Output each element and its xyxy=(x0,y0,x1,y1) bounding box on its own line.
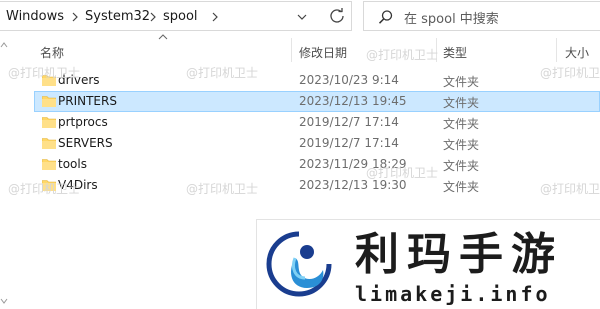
file-modified: 2019/12/7 17:14 xyxy=(299,115,399,129)
search-icon xyxy=(378,10,393,24)
file-name: SERVERS xyxy=(58,136,113,150)
logo-url: limakeji.info xyxy=(355,282,551,306)
file-row[interactable]: prtprocs 2019/12/7 17:14 文件夹 xyxy=(34,112,600,133)
column-header-type[interactable]: 类型 xyxy=(443,44,467,61)
file-row[interactable]: drivers 2023/10/23 9:14 文件夹 xyxy=(34,70,600,91)
file-name: prtprocs xyxy=(58,115,108,129)
scroll-up-icon[interactable] xyxy=(0,40,8,50)
chevron-right-icon[interactable] xyxy=(148,11,158,23)
column-divider[interactable] xyxy=(291,38,292,62)
breadcrumb-windows[interactable]: Windows xyxy=(6,9,64,24)
address-bar[interactable]: Windows System32 spool xyxy=(0,1,352,31)
column-header-name[interactable]: 名称 xyxy=(40,44,64,61)
watermark: @打印机卫士 xyxy=(366,48,439,62)
sort-up-icon xyxy=(158,34,168,40)
breadcrumb-system32[interactable]: System32 xyxy=(85,9,150,24)
search-box[interactable]: 在 spool 中搜索 xyxy=(363,1,600,31)
watermark: @打印机卫士 xyxy=(540,66,600,80)
file-modified: 2023/10/23 9:14 xyxy=(299,73,399,87)
file-type: 文件夹 xyxy=(443,117,480,131)
chevron-right-icon[interactable] xyxy=(70,11,80,23)
file-type: 文件夹 xyxy=(443,180,480,194)
refresh-icon[interactable] xyxy=(322,1,352,31)
logo-card: 利玛手游 limakeji.info xyxy=(256,219,600,309)
folder-icon xyxy=(42,117,56,128)
folder-icon xyxy=(42,96,56,107)
watermark: @打印机卫士 xyxy=(186,182,259,196)
search-placeholder: 在 spool 中搜索 xyxy=(404,12,499,27)
file-name: tools xyxy=(58,157,87,171)
logo-title: 利玛手游 xyxy=(355,229,563,280)
logo-emblem-icon xyxy=(266,231,332,297)
file-type: 文件夹 xyxy=(443,96,480,110)
file-type: 文件夹 xyxy=(443,75,480,89)
breadcrumb-spool[interactable]: spool xyxy=(163,9,198,24)
folder-icon xyxy=(42,138,56,149)
file-row[interactable]: SERVERS 2019/12/7 17:14 文件夹 xyxy=(34,133,600,154)
file-modified: 2023/12/13 19:45 xyxy=(299,94,407,108)
watermark: @打印机卫士 xyxy=(8,182,81,196)
chevron-right-icon[interactable] xyxy=(210,11,220,23)
file-row-selected[interactable]: PRINTERS 2023/12/13 19:45 文件夹 xyxy=(34,91,600,112)
file-row[interactable]: tools 2023/11/29 18:29 文件夹 xyxy=(34,154,600,175)
file-modified: 2019/12/7 17:14 xyxy=(299,136,399,150)
column-divider[interactable] xyxy=(556,38,557,62)
file-type: 文件夹 xyxy=(443,159,480,173)
watermark: @打印机卫士 xyxy=(540,182,600,196)
file-name: PRINTERS xyxy=(58,94,117,108)
file-row[interactable]: V4Dirs 2023/12/13 19:30 文件夹 xyxy=(34,175,600,196)
column-header-size[interactable]: 大小 xyxy=(565,44,589,61)
column-header-modified[interactable]: 修改日期 xyxy=(299,44,347,61)
watermark: @打印机卫士 xyxy=(186,66,259,80)
file-type: 文件夹 xyxy=(443,138,480,152)
folder-icon xyxy=(42,159,56,170)
watermark: @打印机卫士 xyxy=(8,66,81,80)
scroll-down-icon[interactable] xyxy=(0,296,8,306)
chevron-down-icon[interactable] xyxy=(296,12,308,22)
top-bar: Windows System32 spool 在 spool 中搜索 xyxy=(0,0,600,32)
watermark: @打印机卫士 xyxy=(366,166,439,180)
